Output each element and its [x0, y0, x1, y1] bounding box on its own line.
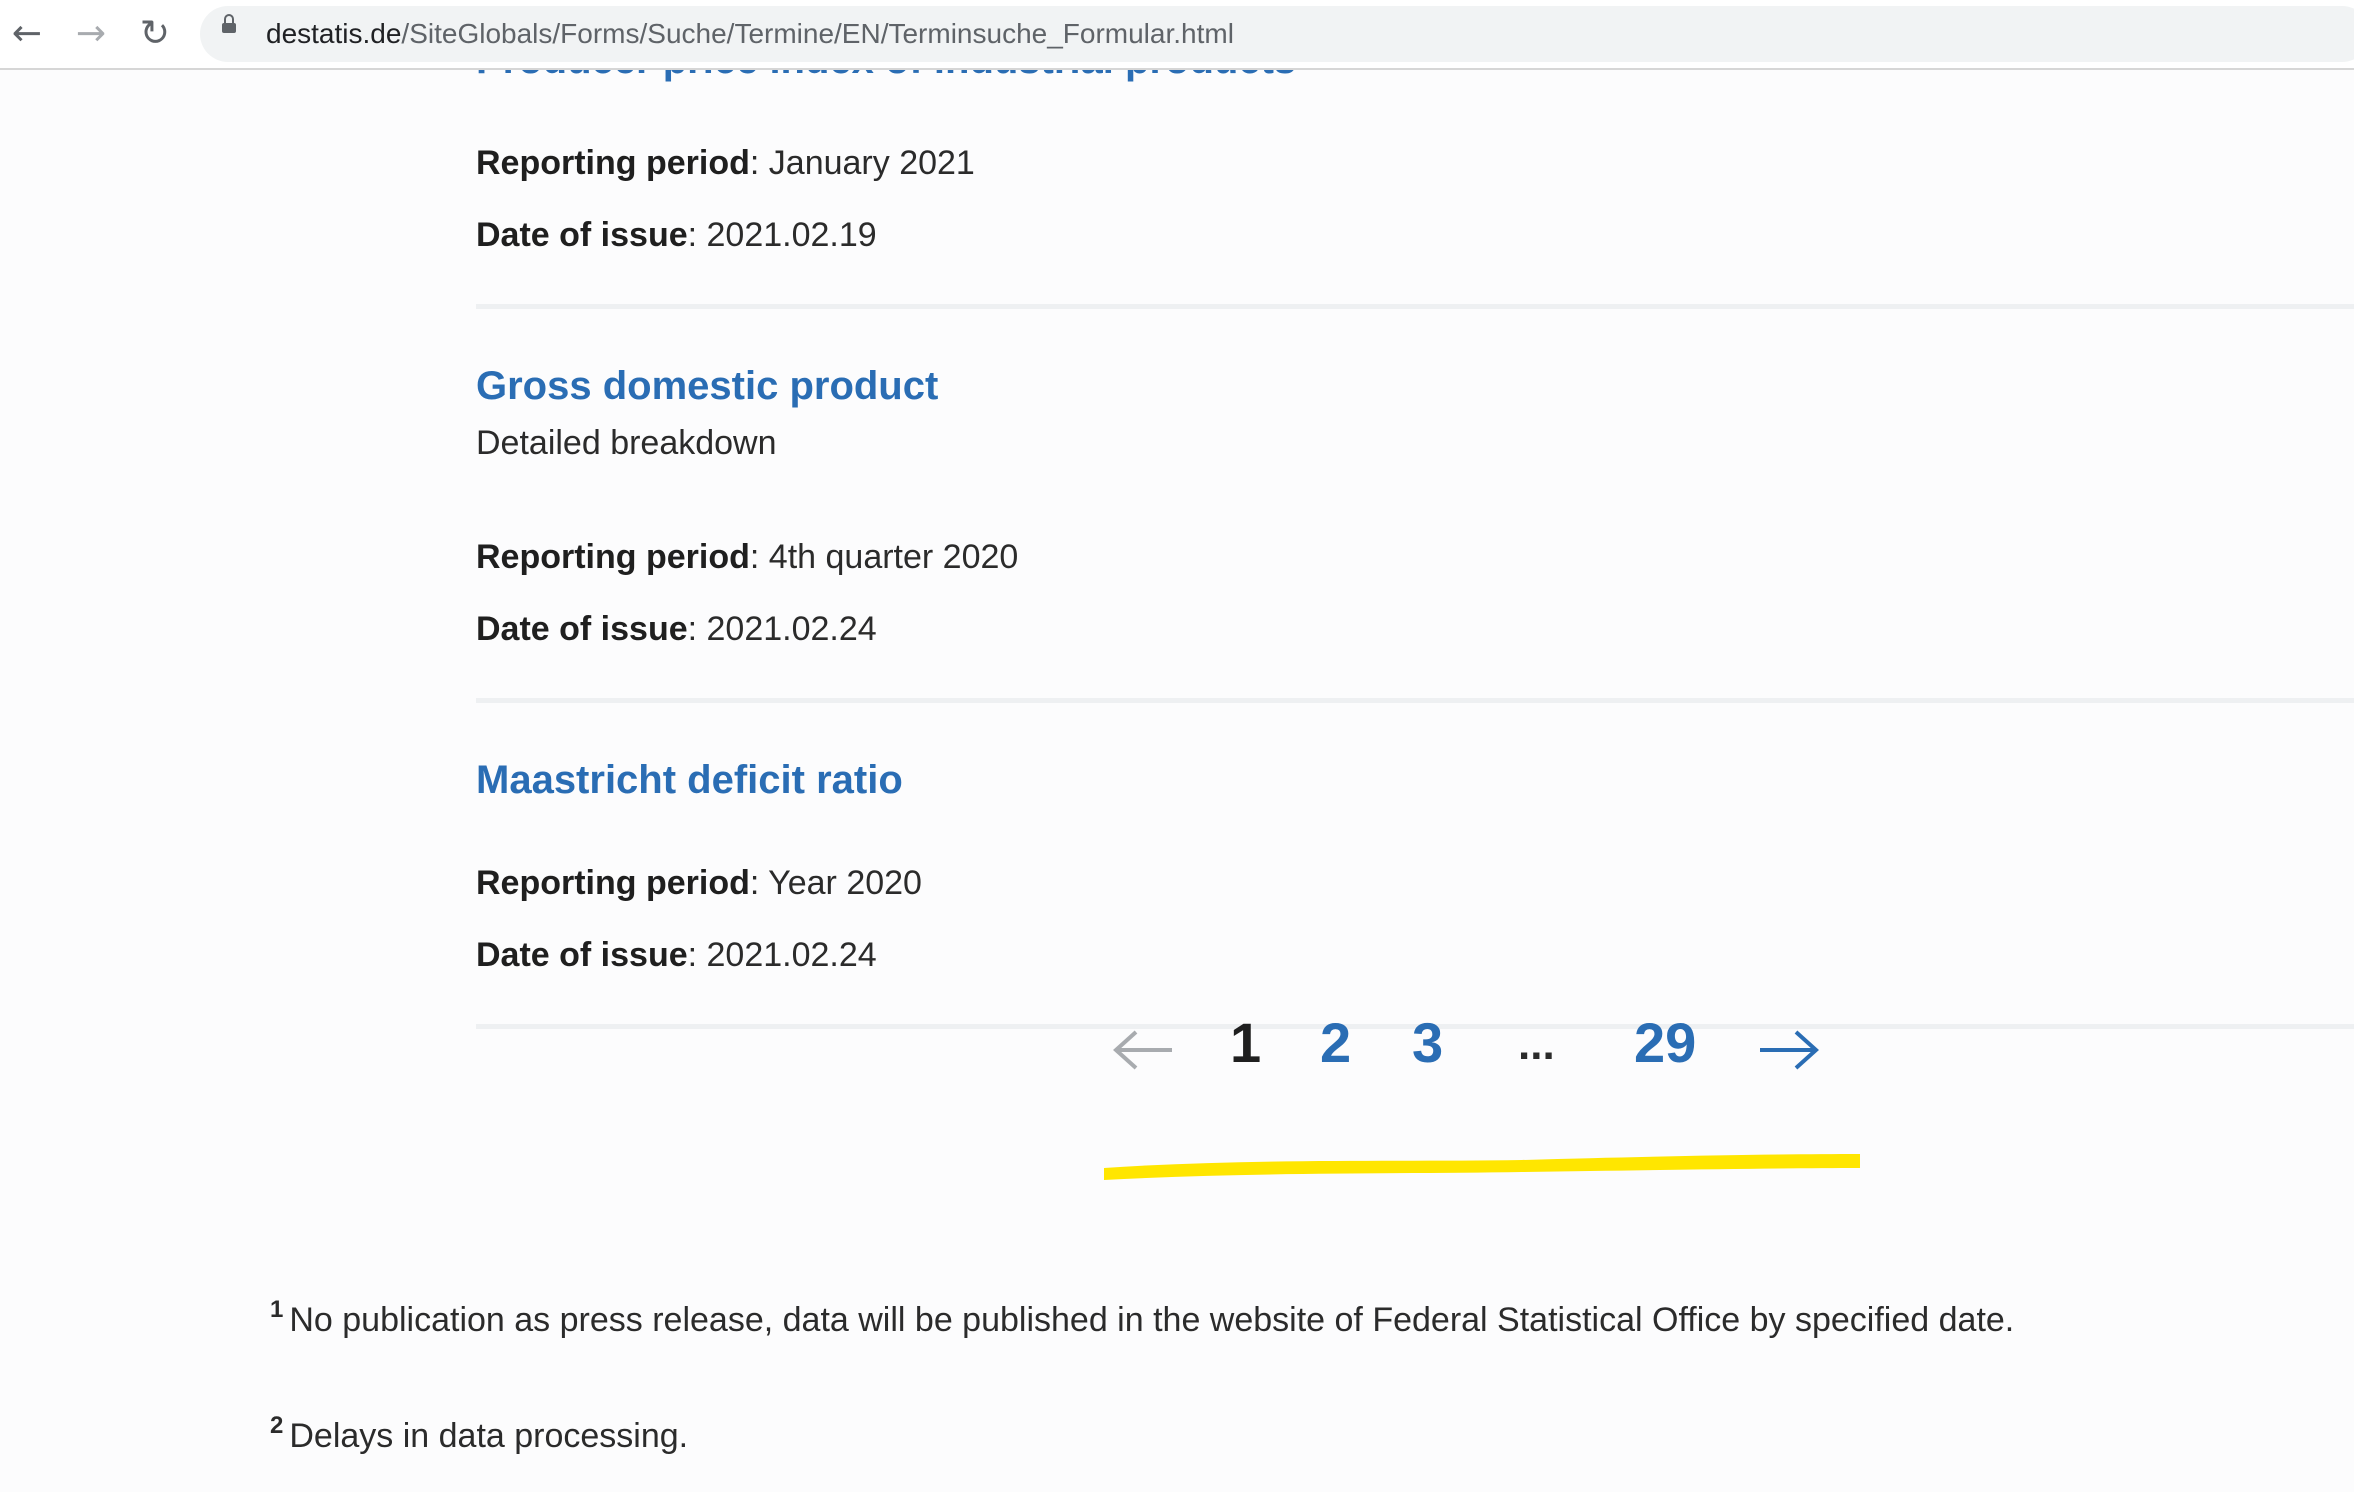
url-text[interactable]: destatis.de/SiteGlobals/Forms/Suche/Term…: [266, 18, 1234, 50]
entry-title-maastricht-deficit-ratio[interactable]: Maastricht deficit ratio: [476, 758, 903, 803]
pagination: 1 2 3 ... 29: [1100, 1010, 1880, 1110]
footnote-2: 2 Delays in data processing.: [270, 1412, 688, 1456]
date-of-issue: Date of issue: 2021.02.24: [476, 610, 877, 649]
date-of-issue-value: : 2021.02.24: [687, 610, 877, 648]
date-of-issue-label: Date of issue: [476, 610, 688, 648]
reload-icon[interactable]: ↻: [132, 10, 178, 56]
date-of-issue-value: : 2021.02.19: [687, 216, 877, 254]
entry-subtitle: Detailed breakdown: [476, 424, 777, 462]
url-path: /SiteGlobals/Forms/Suche/Termine/EN/Term…: [401, 18, 1234, 49]
lock-icon: [222, 14, 236, 33]
reporting-period-value: : Year 2020: [749, 864, 922, 902]
page-29-link[interactable]: 29: [1634, 1010, 1696, 1075]
yellow-highlight-annotation: [1104, 1154, 1860, 1180]
next-page-arrow-icon[interactable]: [1756, 1030, 1820, 1070]
date-of-issue-label: Date of issue: [476, 936, 688, 974]
back-arrow-icon[interactable]: ←: [4, 10, 50, 56]
address-bar[interactable]: destatis.de/SiteGlobals/Forms/Suche/Term…: [200, 6, 2354, 62]
reporting-period-label: Reporting period: [476, 538, 750, 576]
page-content: Producer price index of industrial produ…: [0, 70, 2354, 1492]
entry-title-producer-price-index[interactable]: Producer price index of industrial produ…: [476, 70, 1296, 83]
date-of-issue: Date of issue: 2021.02.24: [476, 936, 877, 975]
entry-divider: [476, 698, 2354, 703]
reporting-period-value: : January 2021: [749, 144, 975, 182]
page-3-link[interactable]: 3: [1412, 1010, 1443, 1075]
footnote-text: No publication as press release, data wi…: [289, 1301, 2015, 1339]
reporting-period: Reporting period: 4th quarter 2020: [476, 538, 1018, 577]
reporting-period-label: Reporting period: [476, 144, 750, 182]
date-of-issue: Date of issue: 2021.02.19: [476, 216, 877, 255]
url-host: destatis.de: [266, 18, 402, 49]
reporting-period: Reporting period: Year 2020: [476, 864, 922, 903]
reporting-period: Reporting period: January 2021: [476, 144, 975, 183]
footnote-marker: 2: [270, 1412, 284, 1439]
page-2-link[interactable]: 2: [1320, 1010, 1351, 1075]
reporting-period-value: : 4th quarter 2020: [749, 538, 1019, 576]
entry-title-gross-domestic-product[interactable]: Gross domestic product: [476, 364, 938, 409]
date-of-issue-label: Date of issue: [476, 216, 688, 254]
footnote-text: Delays in data processing.: [289, 1417, 689, 1455]
entry-divider: [476, 304, 2354, 309]
date-of-issue-value: : 2021.02.24: [687, 936, 877, 974]
footnote-marker: 1: [270, 1296, 284, 1323]
page-1-link[interactable]: 1: [1230, 1010, 1261, 1075]
reporting-period-label: Reporting period: [476, 864, 750, 902]
page-ellipsis: ...: [1518, 1020, 1555, 1069]
browser-toolbar: ← → ↻ destatis.de/SiteGlobals/Forms/Such…: [0, 0, 2354, 70]
forward-arrow-icon[interactable]: →: [68, 10, 114, 56]
footnote-1: 1 No publication as press release, data w…: [270, 1296, 2014, 1340]
prev-page-arrow-icon[interactable]: [1112, 1030, 1176, 1070]
